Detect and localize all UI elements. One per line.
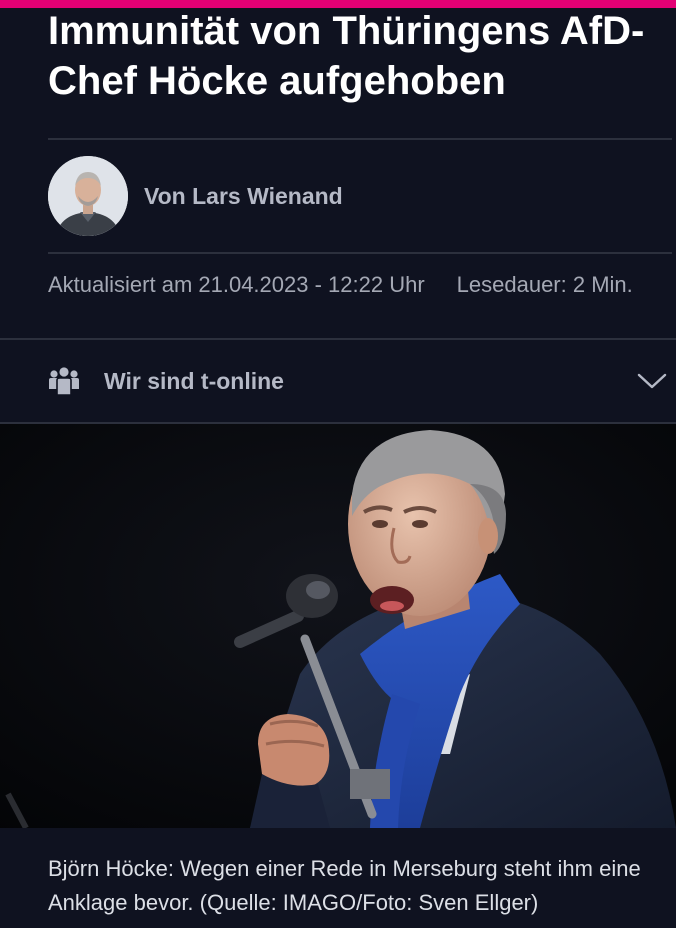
author-avatar[interactable] bbox=[48, 156, 128, 236]
hero-image[interactable] bbox=[0, 424, 676, 828]
article-headline: Immunität von Thüringens AfD-Chef Höcke … bbox=[48, 9, 645, 103]
about-accordion[interactable]: Wir sind t-online bbox=[48, 340, 668, 422]
updated-timestamp: Aktualisiert am 21.04.2023 - 12:22 Uhr bbox=[48, 272, 425, 297]
read-time: Lesedauer: 2 Min. bbox=[456, 272, 633, 297]
author-name[interactable]: Von Lars Wienand bbox=[144, 183, 343, 210]
article-meta: Aktualisiert am 21.04.2023 - 12:22 Uhr L… bbox=[48, 272, 676, 298]
accordion-label[interactable]: Wir sind t-online bbox=[104, 368, 284, 395]
author-block[interactable]: Von Lars Wienand bbox=[48, 156, 343, 236]
chevron-down-icon[interactable] bbox=[636, 366, 668, 396]
people-group-icon bbox=[49, 367, 79, 396]
divider bbox=[48, 138, 672, 140]
divider bbox=[48, 252, 672, 254]
image-caption: Björn Höcke: Wegen einer Rede in Mersebu… bbox=[48, 856, 641, 915]
